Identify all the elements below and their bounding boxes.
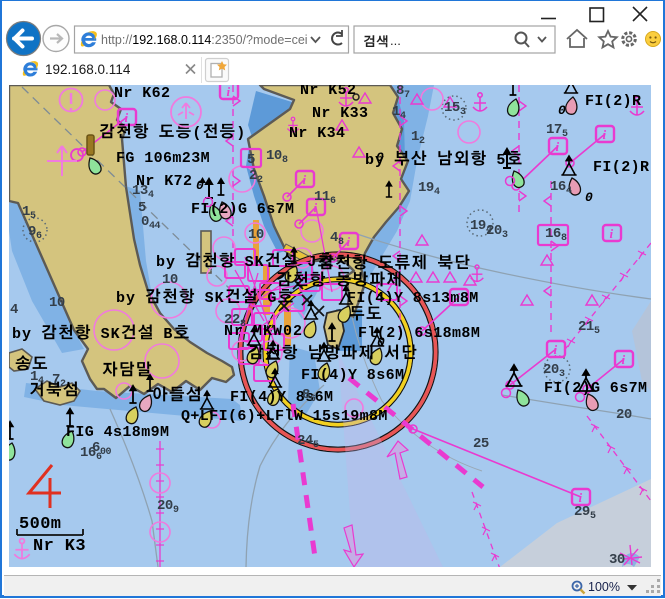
- svg-text:192.168.0.114: 192.168.0.114: [45, 62, 131, 77]
- svg-text:100%: 100%: [588, 580, 620, 594]
- svg-text:...: ...: [390, 33, 401, 48]
- svg-text:http://192.168.0.114:2350/?mod: http://192.168.0.114:2350/?mode=cei: [101, 33, 308, 47]
